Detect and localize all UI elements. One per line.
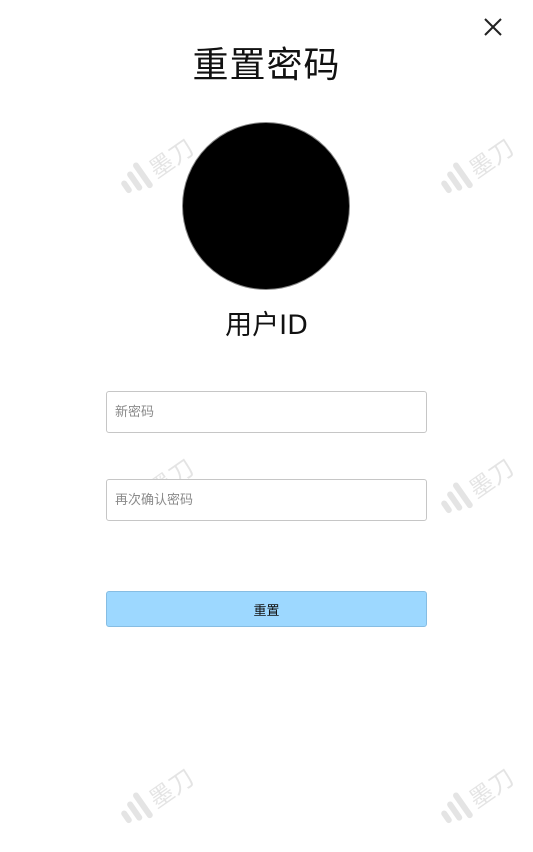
page-title: 重置密码 [192,45,341,86]
svg-text:墨刀: 墨刀 [464,134,519,184]
svg-text:墨刀: 墨刀 [464,454,519,504]
confirm-password-field[interactable] [106,479,427,521]
watermark-logo: 墨刀 [104,731,237,849]
watermark-logo: 墨刀 [424,421,533,539]
close-button[interactable] [481,15,505,39]
user-id-label: 用户ID [225,310,308,341]
svg-text:墨刀: 墨刀 [144,764,199,814]
close-icon [484,18,502,36]
svg-text:墨刀: 墨刀 [464,764,519,814]
new-password-field[interactable] [106,391,427,433]
avatar [182,122,350,290]
watermark-logo: 墨刀 [424,731,533,849]
reset-button-label: 重置 [253,603,280,619]
reset-button[interactable]: 重置 [106,591,427,627]
watermark-logo: 墨刀 [424,101,533,219]
